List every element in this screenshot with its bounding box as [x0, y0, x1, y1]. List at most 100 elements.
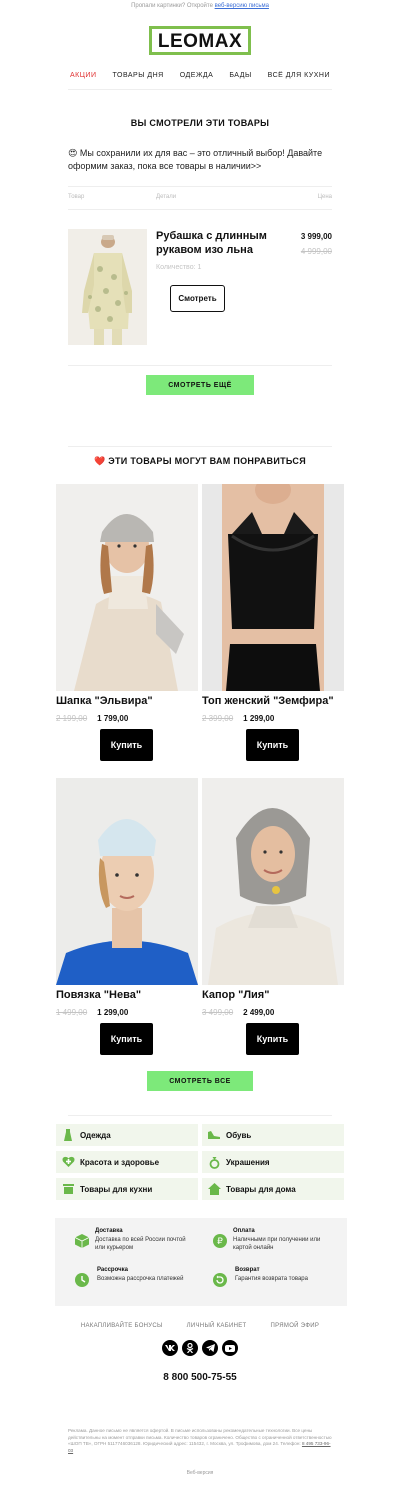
divider [68, 446, 332, 447]
category-beauty-health[interactable]: Красота и здоровье [56, 1151, 198, 1173]
column-header-price: Цена [317, 194, 332, 200]
nav-item-clothing[interactable]: ОДЕЖДА [180, 72, 214, 79]
product-price: 2 499,00 [243, 1008, 275, 1017]
product-old-price: 1 499,00 [56, 1008, 88, 1017]
dress-icon [56, 1128, 80, 1142]
product-image-headband[interactable] [56, 778, 198, 985]
product-price: 1 799,00 [97, 714, 129, 723]
heart-plus-icon [56, 1156, 80, 1168]
buy-button[interactable]: Купить [100, 1023, 153, 1055]
category-label: Украшения [226, 1157, 270, 1167]
product-card-hat: Шапка "Эльвира" 2 199,00 1 799,00 Купить [56, 484, 198, 761]
leomax-logo[interactable]: LEOMAX [148, 26, 252, 55]
nav-item-kitchen[interactable]: ВСЁ ДЛЯ КУХНИ [268, 72, 330, 79]
product-old-price: 2 199,00 [56, 714, 88, 723]
social-links [0, 1340, 400, 1356]
divider [68, 365, 332, 366]
category-label: Товары для кухни [80, 1184, 153, 1194]
pot-icon [56, 1183, 80, 1195]
ring-icon [202, 1156, 226, 1169]
info-delivery: Доставка Доставка по всей России почтой … [74, 1228, 195, 1253]
info-text: Доставка по всей России почтой или курье… [95, 1237, 186, 1251]
column-header-product: Товар [68, 194, 85, 200]
info-title: Доставка [95, 1228, 123, 1234]
nav-item-deals[interactable]: ТОВАРЫ ДНЯ [113, 72, 164, 79]
category-shoes[interactable]: Обувь [202, 1124, 344, 1146]
column-header-details: Детали [156, 194, 177, 200]
divider [68, 209, 332, 210]
footer-link-bonuses[interactable]: НАКАПЛИВАЙТЕ БОНУСЫ [81, 1323, 163, 1329]
category-jewelry[interactable]: Украшения [202, 1151, 344, 1173]
legal-disclaimer: Реклама. Данное письмо не является оферт… [68, 1428, 332, 1454]
info-installment: Рассрочка Возможна рассрочка платежей [75, 1267, 195, 1292]
recommend-section-title: ❤️ ЭТИ ТОВАРЫ МОГУТ ВАМ ПОНРАВИТЬСЯ [93, 456, 307, 466]
support-phone[interactable]: 8 800 500-75-55 [0, 1372, 400, 1383]
footer-links: НАКАПЛИВАЙТЕ БОНУСЫ ЛИЧНЫЙ КАБИНЕТ ПРЯМО… [0, 1323, 400, 1329]
hat-photo-icon [56, 484, 198, 691]
buy-button[interactable]: Купить [246, 1023, 299, 1055]
viewed-item-price: 3 999,00 [300, 232, 332, 241]
info-title: Возврат [235, 1267, 260, 1273]
info-title: Рассрочка [97, 1267, 128, 1273]
product-name[interactable]: Шапка "Эльвира" [56, 695, 198, 707]
product-name[interactable]: Топ женский "Земфира" [202, 695, 344, 707]
service-info-panel: Доставка Доставка по всей России почтой … [55, 1218, 347, 1306]
ruble-icon: ₽ [213, 1234, 227, 1253]
shoe-icon [202, 1130, 226, 1140]
nav-item-promotions[interactable]: АКЦИИ [70, 72, 97, 79]
product-card-top: Топ женский "Земфира" 2 399,00 1 299,00 … [202, 484, 344, 761]
web-version-link[interactable]: веб-версию письма [215, 3, 269, 9]
info-text: Гарантия возврата товара [235, 1276, 308, 1282]
buy-button[interactable]: Купить [246, 729, 299, 761]
category-label: Обувь [226, 1130, 252, 1140]
see-more-button[interactable]: СМОТРЕТЬ ЕЩЁ [146, 375, 254, 395]
category-kitchen[interactable]: Товары для кухни [56, 1178, 198, 1200]
info-payment: ₽ Оплата Наличными при получении или кар… [213, 1228, 338, 1253]
viewed-item-quantity: Количество: 1 [156, 264, 202, 271]
product-name[interactable]: Капор "Лия" [202, 989, 344, 1001]
viewed-item-name[interactable]: Рубашка с длинным рукавом изо льна [156, 229, 286, 257]
viewed-item-old-price: 4 999,00 [300, 247, 332, 256]
footer-link-account[interactable]: ЛИЧНЫЙ КАБИНЕТ [187, 1323, 247, 1329]
product-card-hood: Капор "Лия" 3 499,00 2 499,00 Купить [202, 778, 344, 1055]
svg-text:₽: ₽ [217, 1237, 223, 1247]
category-home[interactable]: Товары для дома [202, 1178, 344, 1200]
nav-item-supplements[interactable]: БАДЫ [229, 72, 251, 79]
headband-photo-icon [56, 778, 198, 985]
product-card-headband: Повязка "Нева" 1 499,00 1 299,00 Купить [56, 778, 198, 1055]
divider [68, 1115, 332, 1116]
viewed-section-title: ВЫ СМОТРЕЛИ ЭТИ ТОВАРЫ [130, 118, 270, 128]
category-label: Товары для дома [226, 1184, 296, 1194]
odnoklassniki-icon[interactable] [182, 1340, 198, 1356]
product-name[interactable]: Повязка "Нева" [56, 989, 198, 1001]
product-old-price: 3 499,00 [202, 1008, 234, 1017]
divider [68, 186, 332, 187]
category-label: Одежда [80, 1130, 111, 1140]
box-icon [74, 1234, 90, 1253]
return-icon [213, 1273, 229, 1292]
youtube-icon[interactable] [222, 1340, 238, 1356]
product-image-hood[interactable] [202, 778, 344, 985]
category-clothing[interactable]: Одежда [56, 1124, 198, 1146]
view-item-button[interactable]: Смотреть [170, 285, 225, 312]
product-image-hat[interactable] [56, 484, 198, 691]
see-all-button[interactable]: СМОТРЕТЬ ВСЕ [147, 1071, 253, 1091]
info-text: Наличными при получении или картой онлай… [233, 1237, 321, 1251]
buy-button[interactable]: Купить [100, 729, 153, 761]
clock-icon [75, 1273, 91, 1292]
product-price: 1 299,00 [243, 714, 275, 723]
preheader: Пропали картинки? Откройте веб-версию пи… [0, 0, 400, 14]
telegram-icon[interactable] [202, 1340, 218, 1356]
hood-photo-icon [202, 778, 344, 985]
product-image-linen-shirt[interactable] [68, 229, 147, 345]
product-image-top[interactable] [202, 484, 344, 691]
product-old-price: 2 399,00 [202, 714, 234, 723]
product-price: 1 299,00 [97, 1008, 129, 1017]
vk-icon[interactable] [162, 1340, 178, 1356]
legal-text: Реклама. Данное письмо не является оферт… [68, 1428, 332, 1446]
footer-link-live[interactable]: ПРЯМОЙ ЭФИР [270, 1323, 319, 1329]
info-text: Возможна рассрочка платежей [97, 1276, 184, 1282]
web-version-footer-link[interactable]: Веб-версия [0, 1470, 400, 1476]
viewed-intro-text: 😍 Мы сохранили их для вас – это отличный… [68, 148, 323, 171]
divider [68, 89, 332, 90]
